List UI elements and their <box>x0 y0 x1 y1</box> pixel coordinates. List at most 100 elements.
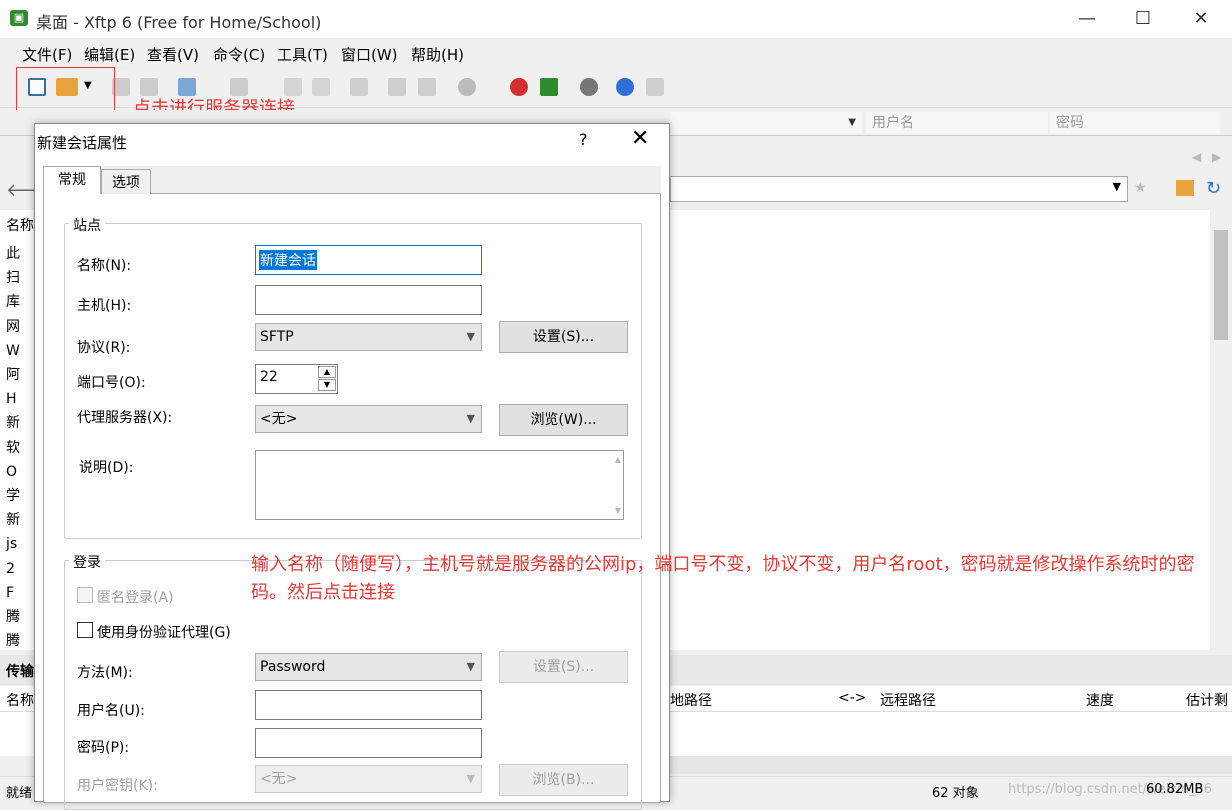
username-label: 用户名(U): <box>77 703 145 719</box>
new-session-dialog: 新建会话属性 ? ✕ 常规 选项 站点 名称(N): 新建会话 主机(H): 协… <box>34 123 670 810</box>
protocol-select[interactable]: SFTP ▼ <box>255 323 482 351</box>
tab-scroll-left-icon[interactable]: ◀ <box>1192 150 1201 164</box>
dialog-help-button[interactable]: ? <box>579 130 588 149</box>
list-item[interactable]: W <box>6 339 20 363</box>
name-field-value: 新建会话 <box>259 250 317 270</box>
col-name[interactable]: 名称 <box>6 690 34 710</box>
menu-view[interactable]: 查看(V) <box>147 44 199 65</box>
password-input[interactable]: 密码 <box>1050 112 1220 134</box>
form-annotation: 输入名称（随便写），主机号就是服务器的公网ip，端口号不变，协议不变，用户名ro… <box>251 554 1195 603</box>
username-input[interactable]: 用户名 <box>866 112 1048 134</box>
host-address-input[interactable]: ▼ <box>670 112 862 134</box>
method-select[interactable]: Password ▼ <box>255 653 482 681</box>
help-icon[interactable] <box>616 78 634 96</box>
dialog-close-button[interactable]: ✕ <box>631 126 649 151</box>
globe-icon[interactable] <box>458 78 476 96</box>
xshell-icon[interactable] <box>540 78 558 96</box>
scroll-up-icon[interactable]: ▲ <box>615 455 621 464</box>
protocol-label: 协议(R): <box>77 340 131 356</box>
list-item[interactable]: O <box>6 460 20 484</box>
list-item[interactable]: 新 <box>6 508 20 532</box>
list-item[interactable]: js <box>6 532 20 556</box>
menu-window[interactable]: 窗口(W) <box>341 44 398 65</box>
auth-agent-checkbox[interactable] <box>77 622 93 638</box>
list-item[interactable]: 网 <box>6 315 20 339</box>
name-field[interactable]: 新建会话 <box>255 245 482 275</box>
paste-icon[interactable] <box>418 78 436 96</box>
site-group-title: 站点 <box>69 215 105 235</box>
menu-command[interactable]: 命令(C) <box>213 44 265 65</box>
list-item[interactable]: 学 <box>6 484 20 508</box>
horizontal-scrollbar[interactable] <box>670 756 1232 774</box>
col-direction[interactable]: <-> <box>838 690 867 706</box>
list-item[interactable]: F <box>6 581 20 605</box>
favorite-star-icon[interactable]: ★ <box>1134 180 1147 196</box>
password-label: 密码(P): <box>77 740 130 756</box>
description-field[interactable]: ▲ ▼ <box>255 450 624 520</box>
list-item[interactable]: 2 <box>6 557 20 581</box>
proxy-value: <无> <box>260 411 298 427</box>
list-item[interactable]: 阿 <box>6 363 20 387</box>
port-down-icon[interactable]: ▼ <box>318 379 336 391</box>
list-item[interactable]: 腾 <box>6 629 20 653</box>
status-text: 就绪 <box>6 786 33 801</box>
user-key-browse-button[interactable]: 浏览(B)... <box>499 764 628 796</box>
scroll-down-icon[interactable]: ▼ <box>615 506 621 515</box>
tab-scroll-right-icon[interactable]: ▶ <box>1212 150 1221 164</box>
transfer-title: 传输 <box>6 664 34 680</box>
minimize-button[interactable]: — <box>1058 0 1116 38</box>
menu-edit[interactable]: 编辑(E) <box>84 44 135 65</box>
user-key-label: 用户密钥(K): <box>77 778 158 794</box>
col-speed[interactable]: 速度 <box>1086 690 1114 710</box>
tab-general[interactable]: 常规 <box>43 166 101 194</box>
list-item[interactable]: 新 <box>6 411 20 435</box>
xftp-app-icon: ▣ <box>10 10 28 26</box>
list-item[interactable]: 此 <box>6 242 20 266</box>
login-group-title: 登录 <box>69 552 105 572</box>
protocol-value: SFTP <box>260 329 294 345</box>
menu-tools[interactable]: 工具(T) <box>277 44 328 65</box>
col-local-path[interactable]: 地路径 <box>670 690 712 710</box>
proxy-browse-button[interactable]: 浏览(W)... <box>499 404 628 436</box>
chat-icon[interactable] <box>646 78 664 96</box>
anonymous-checkbox[interactable] <box>77 587 93 603</box>
list-item[interactable]: H <box>6 387 20 411</box>
home-folder-icon[interactable] <box>1176 180 1194 196</box>
tab-options[interactable]: 选项 <box>101 169 151 194</box>
list-item[interactable]: 腾 <box>6 605 20 629</box>
port-field[interactable]: 22 ▲ ▼ <box>255 364 338 394</box>
protocol-settings-button[interactable]: 设置(S)... <box>499 321 628 353</box>
proxy-select[interactable]: <无> ▼ <box>255 405 482 433</box>
col-remote-path[interactable]: 远程路径 <box>880 690 936 710</box>
left-list-items: 此 扫 库 网 W 阿 H 新 软 O 学 新 js 2 F 腾 腾 <box>6 242 20 653</box>
path-input[interactable]: ▼ <box>670 176 1128 202</box>
transfer-icon[interactable] <box>350 78 368 96</box>
name-label: 名称(N): <box>77 258 132 274</box>
list-item[interactable]: 库 <box>6 290 20 314</box>
maximize-button[interactable]: ☐ <box>1114 0 1172 38</box>
netsarang-icon[interactable] <box>510 78 528 96</box>
user-key-select[interactable]: <无> ▼ <box>255 765 482 793</box>
col-eta[interactable]: 估计剩 <box>1186 690 1228 710</box>
method-settings-button[interactable]: 设置(S)... <box>499 651 628 683</box>
gear-icon[interactable] <box>580 78 598 96</box>
scrollbar-thumb[interactable] <box>1214 230 1228 340</box>
anonymous-label: 匿名登录(A) <box>97 590 174 606</box>
list-item[interactable]: 软 <box>6 436 20 460</box>
chevron-down-icon: ▼ <box>848 117 856 128</box>
refresh-icon[interactable]: ↻ <box>1206 178 1221 199</box>
copy-icon[interactable] <box>388 78 406 96</box>
menu-help[interactable]: 帮助(H) <box>411 44 464 65</box>
total-size: 60.82MB <box>1146 782 1204 797</box>
list-item[interactable]: 扫 <box>6 266 20 290</box>
document-copy-icon[interactable] <box>312 78 330 96</box>
host-field[interactable] <box>255 285 482 315</box>
username-field[interactable] <box>255 690 482 720</box>
menu-file[interactable]: 文件(F) <box>22 44 72 65</box>
title-bar: ▣ 桌面 - Xftp 6 (Free for Home/School) — ☐… <box>0 0 1232 38</box>
password-field[interactable] <box>255 728 482 758</box>
port-up-icon[interactable]: ▲ <box>318 366 336 378</box>
close-button[interactable]: ✕ <box>1172 0 1230 38</box>
column-header-name[interactable]: 名称 <box>6 215 34 235</box>
port-value: 22 <box>260 369 278 385</box>
